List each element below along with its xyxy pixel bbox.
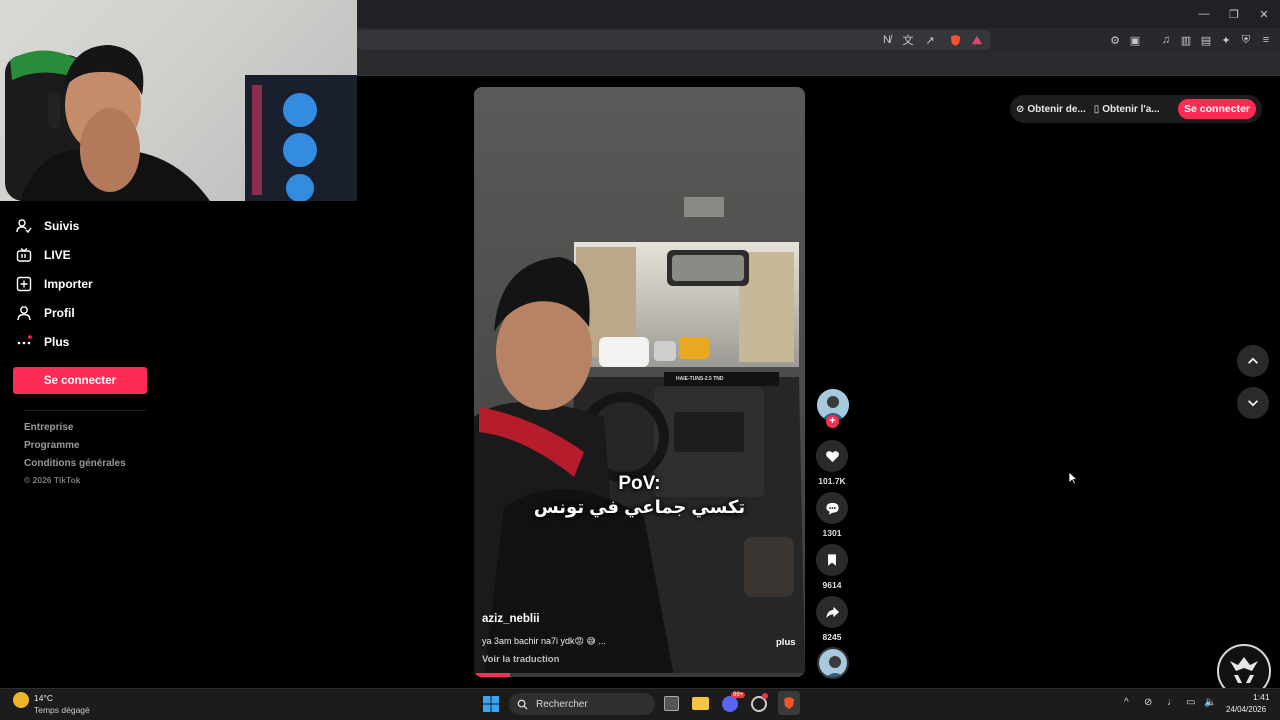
sidebar-item-more[interactable]: Plus bbox=[16, 329, 69, 355]
profile-icon bbox=[17, 306, 31, 321]
close-window-icon[interactable]: ✕ bbox=[1256, 6, 1272, 22]
discord-icon[interactable] bbox=[722, 696, 738, 712]
weather-temp[interactable]: 14°C bbox=[34, 693, 53, 703]
next-video-button[interactable] bbox=[1237, 387, 1269, 419]
share-button[interactable] bbox=[816, 596, 848, 628]
address-bar[interactable] bbox=[357, 30, 990, 50]
minimize-icon[interactable]: — bbox=[1196, 6, 1212, 22]
chevron-down-icon bbox=[1248, 400, 1258, 407]
sidebar-item-live[interactable]: LIVE bbox=[16, 242, 71, 268]
translate-icon[interactable]: 文 bbox=[901, 33, 915, 47]
sidebar-icon[interactable]: ▥ bbox=[1179, 33, 1193, 47]
clock-time[interactable]: 1:41 bbox=[1253, 692, 1270, 702]
like-button[interactable] bbox=[816, 440, 848, 472]
van-sign: HAIE-TUNS-2.5 TND bbox=[676, 376, 724, 382]
weather-icon[interactable] bbox=[13, 692, 29, 708]
sidebar-label: Profil bbox=[44, 306, 75, 320]
clock-date[interactable]: 24/04/2026 bbox=[1226, 705, 1266, 714]
tray-network-off-icon[interactable]: ⊘ bbox=[1144, 697, 1152, 708]
sidebar-item-profile[interactable]: Profil bbox=[16, 300, 75, 326]
webcam-image bbox=[5, 45, 357, 201]
share-count: 8245 bbox=[822, 632, 842, 642]
previous-video-button[interactable] bbox=[1237, 345, 1269, 377]
file-explorer-icon[interactable] bbox=[692, 697, 709, 710]
live-icon bbox=[16, 247, 32, 262]
webcam-overlay bbox=[0, 0, 357, 201]
brave-rewards-icon[interactable] bbox=[970, 33, 984, 47]
video-author[interactable]: aziz_neblii bbox=[482, 613, 540, 625]
video-player[interactable]: PoV: تكسي جماعي في تونس HAIE-TUNS-2.5 TN… bbox=[474, 87, 805, 677]
comment-button[interactable] bbox=[816, 492, 848, 524]
caption-arabic: تكسي جماعي في تونس bbox=[533, 497, 746, 517]
top-login-button[interactable]: Se connecter bbox=[1178, 99, 1256, 119]
media-icon[interactable]: ♫ bbox=[1159, 33, 1173, 47]
get-coins-link[interactable]: ⊘ Obtenir de... bbox=[1016, 104, 1086, 115]
music-disc[interactable] bbox=[817, 647, 849, 679]
tray-display-icon[interactable]: ▭ bbox=[1186, 697, 1195, 708]
progress-fill bbox=[474, 673, 511, 677]
translate-link[interactable]: Voir la traduction bbox=[482, 654, 559, 665]
progress-track[interactable] bbox=[474, 673, 805, 677]
video-description: ya 3am bachir na7i ydk😡 😅 ... bbox=[482, 636, 606, 646]
following-icon bbox=[16, 219, 32, 234]
menu-icon[interactable]: ≡ bbox=[1259, 33, 1273, 47]
sidebar-divider bbox=[24, 410, 146, 411]
sidebar-item-upload[interactable]: Importer bbox=[16, 271, 93, 297]
chevron-up-icon bbox=[1248, 357, 1258, 364]
taskbar-search[interactable]: Rechercher bbox=[509, 693, 655, 715]
sidebar-label: LIVE bbox=[44, 248, 71, 262]
weather-desc: Temps dégagé bbox=[34, 705, 90, 715]
music-disc-image bbox=[819, 649, 847, 677]
heart-icon bbox=[825, 450, 839, 462]
screenshot-icon[interactable]: ▣ bbox=[1128, 33, 1142, 47]
bookmark-icon bbox=[828, 554, 836, 566]
footer-link-terms[interactable]: Conditions générales bbox=[24, 458, 126, 469]
task-view-icon[interactable] bbox=[664, 696, 679, 711]
brave-taskbar-icon[interactable] bbox=[778, 691, 800, 715]
notification-dot bbox=[762, 693, 768, 699]
comment-count: 1301 bbox=[822, 528, 842, 538]
comment-icon bbox=[825, 502, 839, 515]
coin-icon: ⊘ bbox=[1016, 103, 1025, 115]
wallet-icon[interactable]: ▤ bbox=[1199, 33, 1213, 47]
tray-volume-icon[interactable]: 🔈 bbox=[1204, 697, 1216, 708]
video-frame bbox=[474, 87, 805, 677]
leo-ai-icon[interactable]: ✦ bbox=[1219, 33, 1233, 47]
sidebar-label: Suivis bbox=[44, 219, 80, 233]
follow-plus-icon[interactable]: + bbox=[826, 415, 839, 428]
phone-icon: ▯ bbox=[1093, 103, 1100, 115]
save-button[interactable] bbox=[816, 544, 848, 576]
brave-shields-icon[interactable] bbox=[948, 33, 962, 47]
maximize-icon[interactable]: ❐ bbox=[1226, 6, 1242, 22]
tray-mic-icon[interactable]: ♩ bbox=[1167, 697, 1177, 708]
login-button[interactable]: Se connecter bbox=[13, 367, 147, 394]
extensions-icon[interactable]: ⚙ bbox=[1108, 33, 1122, 47]
no-tracking-icon[interactable]: N̸ bbox=[880, 33, 894, 47]
like-count: 101.7K bbox=[818, 476, 846, 486]
caption-title: PoV: bbox=[618, 473, 661, 494]
save-count: 9614 bbox=[822, 580, 842, 590]
sidebar-label: Plus bbox=[44, 335, 70, 349]
search-icon bbox=[517, 699, 528, 710]
get-app-link[interactable]: ▯ Obtenir l'a... bbox=[1094, 104, 1160, 115]
top-actions-bar: ⊘ Obtenir de... ▯ Obtenir l'a... Se connec… bbox=[1010, 95, 1262, 123]
vpn-icon[interactable]: ⛨ bbox=[1239, 33, 1253, 47]
sidebar-item-following[interactable]: Suivis bbox=[16, 213, 79, 239]
share-icon[interactable]: ↗ bbox=[923, 33, 937, 47]
tray-expand-icon[interactable]: ^ bbox=[1124, 697, 1129, 708]
more-icon bbox=[17, 335, 32, 345]
more-link[interactable]: plus bbox=[776, 637, 796, 648]
sidebar-label: Importer bbox=[44, 277, 93, 291]
copyright: © 2026 TikTok bbox=[24, 475, 81, 485]
footer-link-program[interactable]: Programme bbox=[24, 440, 80, 451]
windows-start-icon[interactable] bbox=[483, 696, 499, 717]
footer-link-company[interactable]: Entreprise bbox=[24, 422, 73, 433]
share-arrow-icon bbox=[825, 606, 839, 618]
discord-badge: 99+ bbox=[731, 692, 746, 698]
search-placeholder: Rechercher bbox=[536, 698, 588, 710]
upload-icon bbox=[16, 276, 32, 292]
eagle-logo-icon bbox=[1230, 657, 1258, 683]
mouse-cursor-icon bbox=[1068, 471, 1079, 490]
